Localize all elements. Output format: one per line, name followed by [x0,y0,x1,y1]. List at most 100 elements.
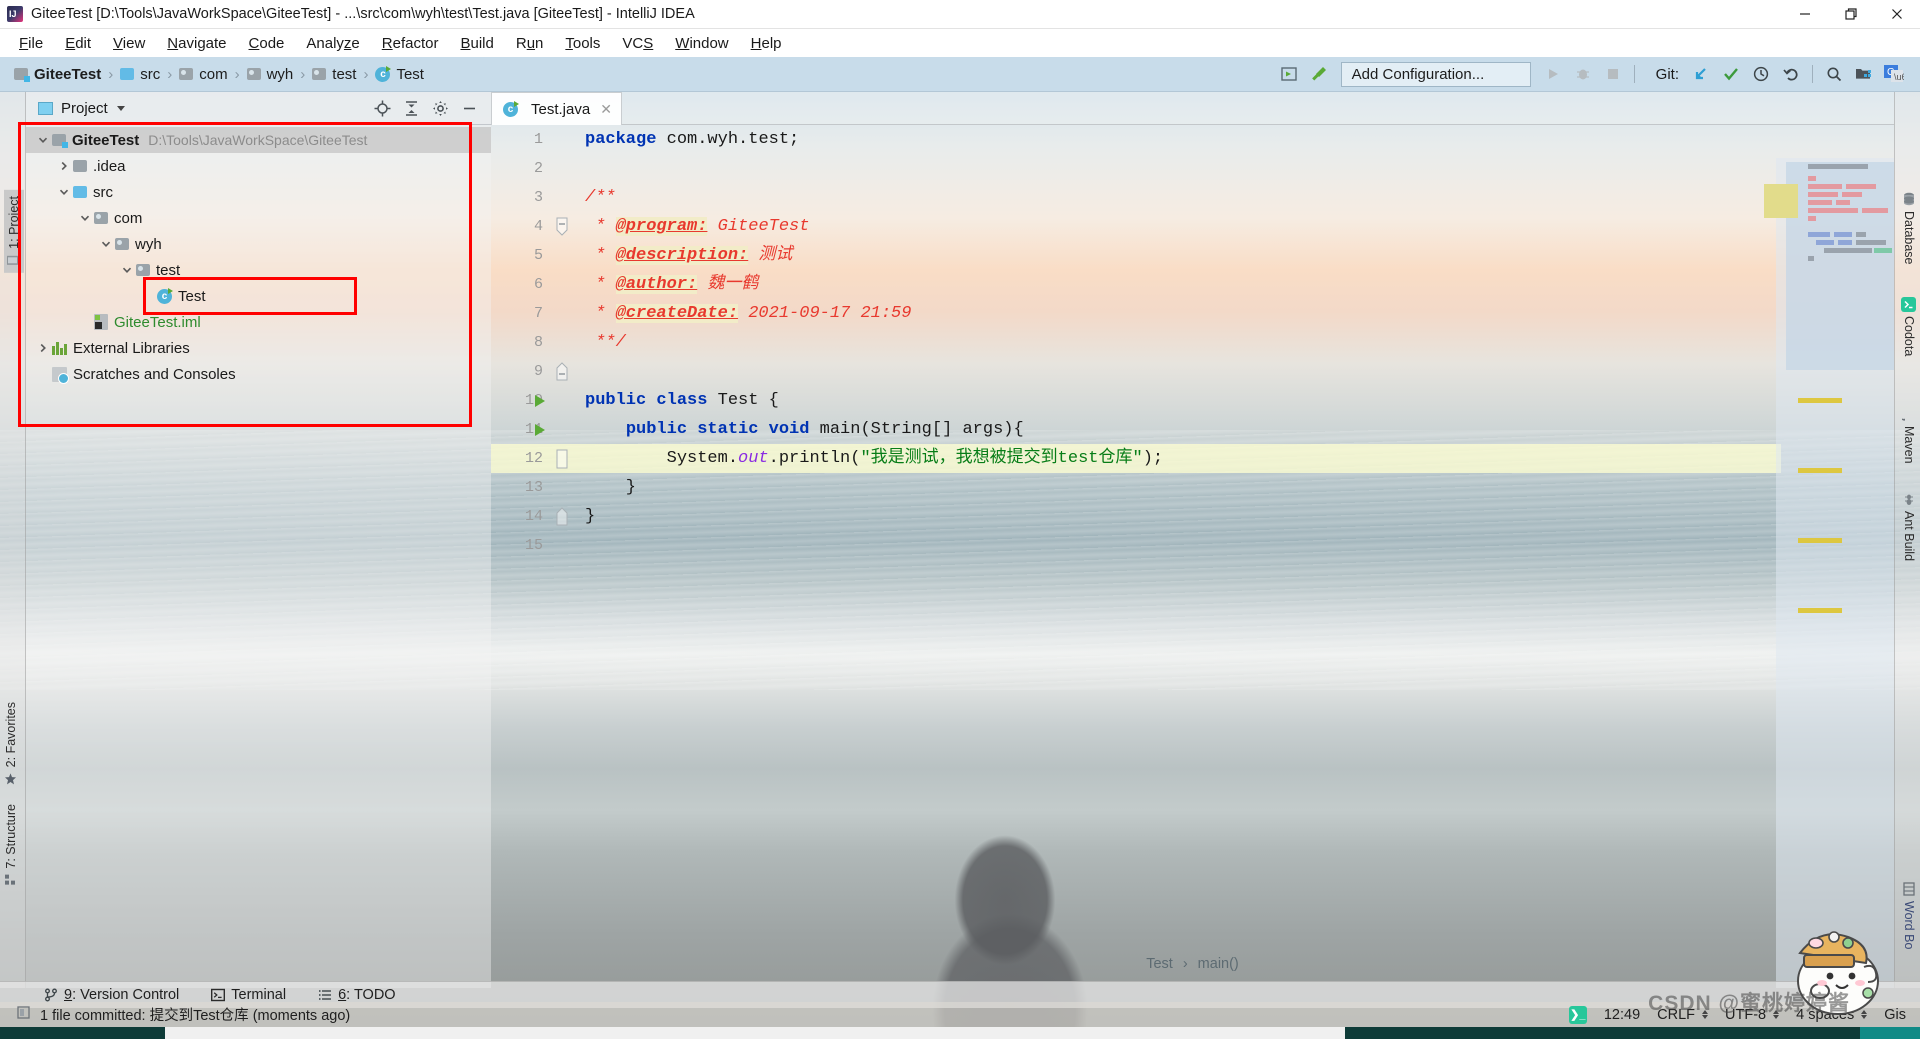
error-stripe[interactable] [1764,158,1894,988]
tree-node-giteetest[interactable]: GiteeTest D:\Tools\JavaWorkSpace\GiteeTes… [26,127,491,153]
sidebar-item-maven[interactable]: m Maven [1897,407,1916,464]
tree-node-src[interactable]: src [26,179,491,205]
run-gutter-icon-line-10[interactable] [535,386,549,415]
sidebar-item-structure[interactable]: 7: Structure [4,804,18,887]
chevron-down-icon[interactable] [34,135,52,145]
code-line-15[interactable] [571,531,1894,560]
menu-item-run[interactable]: Run [505,32,555,55]
error-stripe-mark[interactable] [1798,608,1842,613]
git-rollback-icon[interactable] [1777,61,1805,88]
hide-panel-icon[interactable] [456,95,483,121]
menu-item-tools[interactable]: Tools [554,32,611,55]
error-stripe-mark[interactable] [1798,538,1842,543]
breadcrumb-item-wyh[interactable]: wyh [246,66,293,83]
code-text[interactable]: package com.wyh.test; /** * @program: Gi… [491,125,1894,955]
code-line-5[interactable]: * @description: 测试 [571,241,1894,270]
restore-button[interactable] [1828,0,1874,29]
menu-item-navigate[interactable]: Navigate [156,32,237,55]
status-message[interactable]: 1 file committed: 提交到Test仓库 (moments ago… [0,1004,350,1025]
tree-node-giteetest-iml[interactable]: GiteeTest.iml [26,309,491,335]
taskbar-active-window[interactable] [165,1027,1345,1039]
menu-item-build[interactable]: Build [449,32,504,55]
breadcrumb-method[interactable]: main() [1198,956,1239,972]
build-hammer-icon[interactable] [1305,61,1333,88]
menu-item-refactor[interactable]: Refactor [371,32,450,55]
run-icon[interactable] [1539,61,1567,88]
git-update-icon[interactable] [1687,61,1715,88]
chevron-down-icon[interactable] [118,265,136,275]
sidebar-item-codota[interactable]: Codota [1901,297,1916,356]
breadcrumb-class[interactable]: Test [1146,956,1173,972]
locate-icon[interactable] [369,95,396,121]
tree-node-scratches-and-consoles[interactable]: Scratches and Consoles [26,361,491,387]
sidebar-item-database[interactable]: Database [1902,192,1916,265]
code-line-7[interactable]: * @createDate: 2021-09-17 21:59 [571,299,1894,328]
tree-node-external-libraries[interactable]: External Libraries [26,335,491,361]
fold-marker-method-end[interactable] [555,502,569,531]
code-line-10[interactable]: public class Test { [571,386,1894,415]
menu-item-edit[interactable]: Edit [54,32,102,55]
chevron-right-icon[interactable] [34,343,52,353]
code-line-6[interactable]: * @author: 魏一鹤 [571,270,1894,299]
menu-item-view[interactable]: View [102,32,156,55]
minimize-button[interactable] [1782,0,1828,29]
menu-item-file[interactable]: File [8,32,54,55]
breadcrumb-item-test[interactable]: c Test [375,65,424,83]
breadcrumb-item-src[interactable]: src [120,66,160,83]
collapse-all-icon[interactable] [398,95,425,121]
menu-item-window[interactable]: Window [664,32,739,55]
debug-icon[interactable] [1569,61,1597,88]
code-line-12[interactable]: System.out.println("我是测试，我想被提交到test仓库"); [491,444,1894,473]
code-line-13[interactable]: } [571,473,1894,502]
menu-item-analyze[interactable]: Analyze [295,32,370,55]
sidebar-item-favorites[interactable]: 2: Favorites [4,702,18,785]
project-structure-icon[interactable] [1850,61,1878,88]
error-stripe-mark[interactable] [1798,468,1842,473]
code-line-11[interactable]: public static void main(String[] args){ [571,415,1894,444]
tree-node-wyh[interactable]: wyh [26,231,491,257]
tool-window-button-9-version-control[interactable]: 9: Version Control [0,987,195,1003]
taskbar-tray[interactable] [1860,1027,1920,1039]
code-line-3[interactable]: /** [571,183,1894,212]
tree-node-test[interactable]: c Test [26,283,491,309]
sidebar-item-project[interactable]: 1: Project [4,190,24,273]
code-line-2[interactable] [571,154,1894,183]
sidebar-item-word-book[interactable]: Word Bo [1902,882,1916,949]
tool-window-button-terminal[interactable]: Terminal [195,987,302,1003]
breadcrumb-item-giteetest[interactable]: GiteeTest [14,66,101,83]
run-gutter-icon-line-11[interactable] [535,415,549,444]
tool-window-button-6-todo[interactable]: 6: TODO [302,987,412,1003]
git-commit-icon[interactable] [1717,61,1745,88]
search-everywhere-icon[interactable] [1820,61,1848,88]
editor-tab-test-java[interactable]: c Test.java ✕ [491,92,622,125]
codota-status-icon[interactable]: ❯_ [1568,1005,1587,1024]
code-line-4[interactable]: * @program: GiteeTest [571,212,1894,241]
preview-icon[interactable] [1275,61,1303,88]
close-icon[interactable]: ✕ [600,101,612,118]
code-line-8[interactable]: **/ [571,328,1894,357]
google-translate-icon[interactable]: G\u6587 [1880,61,1908,88]
stop-icon[interactable] [1599,61,1627,88]
chevron-right-icon[interactable] [55,161,73,171]
menu-item-code[interactable]: Code [238,32,296,55]
add-configuration-button[interactable]: Add Configuration... [1340,61,1531,87]
breadcrumb-item-test[interactable]: test [312,66,356,83]
menu-item-vcs[interactable]: VCS [611,32,664,55]
fold-marker-method[interactable] [555,444,569,473]
code-line-1[interactable]: package com.wyh.test; [571,125,1894,154]
chevron-down-icon[interactable] [76,213,94,223]
chevron-down-icon[interactable] [97,239,115,249]
tree-node-com[interactable]: com [26,205,491,231]
tree-node-test[interactable]: test [26,257,491,283]
tree-node--idea[interactable]: .idea [26,153,491,179]
git-history-icon[interactable] [1747,61,1775,88]
code-line-14[interactable]: } [571,502,1894,531]
code-line-9[interactable] [571,357,1894,386]
chevron-down-icon[interactable] [55,187,73,197]
close-button[interactable] [1874,0,1920,29]
gear-icon[interactable] [427,95,454,121]
menu-item-help[interactable]: Help [740,32,793,55]
fold-marker-javadoc[interactable] [555,212,569,241]
chevron-down-icon[interactable] [116,105,125,111]
fold-marker-javadoc-end[interactable] [555,357,569,386]
